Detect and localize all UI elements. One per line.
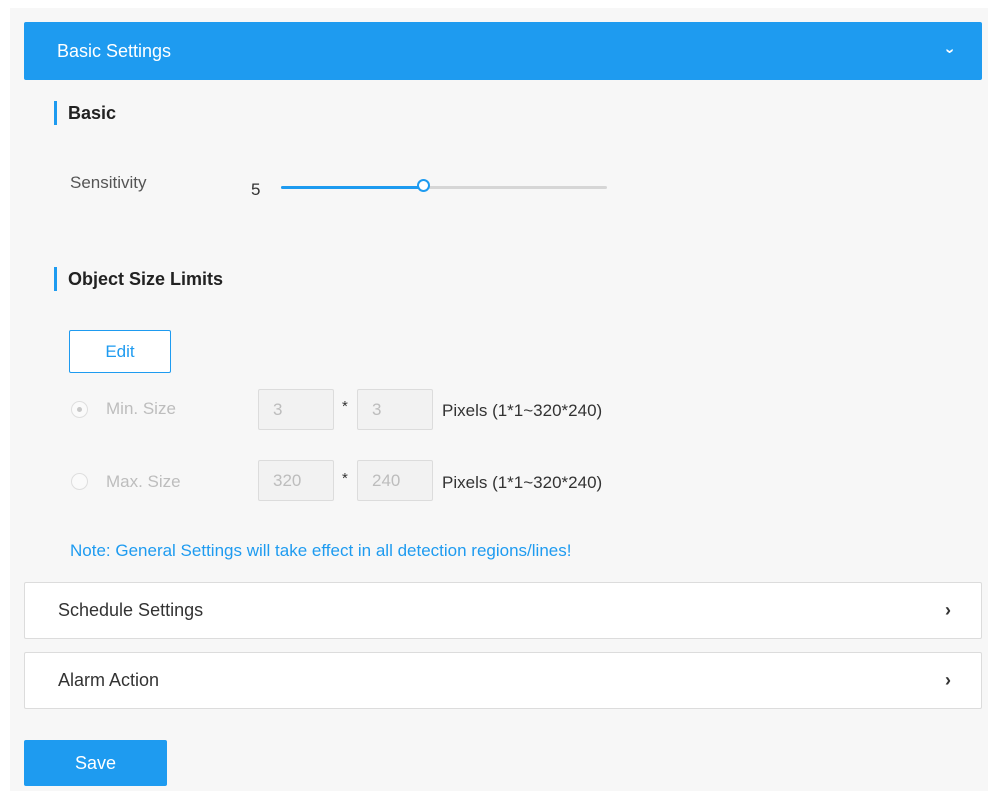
save-button[interactable]: Save	[24, 740, 167, 786]
min-size-radio[interactable]	[71, 401, 88, 418]
edit-button[interactable]: Edit	[69, 330, 171, 373]
sensitivity-value: 5	[251, 180, 261, 199]
general-settings-note: Note: General Settings will take effect …	[70, 541, 572, 560]
accordion-schedule-settings-label: Schedule Settings	[58, 600, 204, 620]
accordion-basic-settings[interactable]: Basic Settings ›	[24, 22, 982, 80]
sensitivity-label: Sensitivity	[70, 173, 147, 192]
min-size-separator: *	[342, 398, 348, 415]
min-height-input[interactable]: 3	[357, 389, 433, 430]
min-width-input[interactable]: 3	[258, 389, 334, 430]
chevron-right-icon: ›	[945, 600, 951, 620]
accordion-basic-settings-label: Basic Settings	[57, 40, 172, 61]
chevron-right-icon: ›	[945, 670, 951, 690]
min-size-range: Pixels (1*1~320*240)	[442, 401, 603, 420]
section-title-object-size: Object Size Limits	[54, 267, 223, 291]
chevron-down-icon: ›	[941, 48, 959, 54]
accordion-alarm-action-label: Alarm Action	[58, 670, 160, 690]
max-width-input[interactable]: 320	[258, 460, 334, 501]
max-size-separator: *	[342, 470, 348, 487]
max-size-label: Max. Size	[106, 472, 181, 491]
sensitivity-slider[interactable]	[281, 179, 607, 192]
min-size-label: Min. Size	[106, 399, 176, 418]
max-size-range: Pixels (1*1~320*240)	[442, 473, 603, 492]
max-size-radio[interactable]	[71, 473, 88, 490]
section-title-basic: Basic	[54, 101, 116, 125]
accordion-schedule-settings[interactable]: Schedule Settings ›	[24, 582, 982, 639]
max-height-input[interactable]: 240	[357, 460, 433, 501]
slider-fill	[281, 186, 425, 189]
accordion-alarm-action[interactable]: Alarm Action ›	[24, 652, 982, 709]
